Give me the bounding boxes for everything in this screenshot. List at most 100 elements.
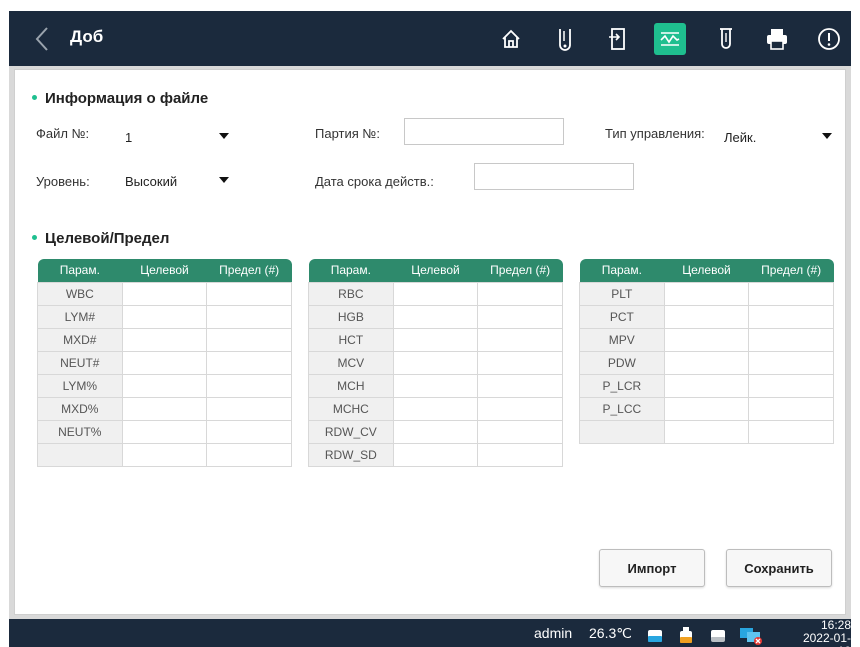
limit-cell[interactable] (206, 442, 292, 467)
limit-cell[interactable] (206, 396, 292, 421)
print-icon[interactable] (762, 24, 792, 54)
level-label: Уровень: (36, 174, 90, 189)
limit-cell[interactable] (206, 350, 292, 375)
target-cell[interactable] (663, 396, 750, 421)
param-table-3: Парам. Целевой Предел (#) PLT PCT MPV PD… (579, 259, 834, 444)
limit-cell[interactable] (477, 304, 563, 329)
target-cell[interactable] (121, 327, 208, 352)
target-cell[interactable] (392, 373, 479, 398)
limit-cell[interactable] (206, 373, 292, 398)
col-header-target: Целевой (664, 259, 749, 282)
col-header-param: Парам. (37, 259, 123, 282)
param-cell (37, 442, 123, 467)
waste-icon[interactable] (710, 627, 726, 646)
limit-cell[interactable] (477, 442, 563, 467)
table-row: MCH (308, 373, 563, 398)
target-cell[interactable] (663, 419, 750, 444)
import-button[interactable]: Импорт (599, 549, 705, 587)
qc-icon[interactable] (654, 23, 686, 55)
target-cell[interactable] (663, 350, 750, 375)
limit-cell[interactable] (477, 396, 563, 421)
network-disconnected-icon[interactable] (739, 627, 763, 647)
table-row: WBC (37, 281, 292, 306)
target-cell[interactable] (121, 350, 208, 375)
table-row: PCT (579, 304, 834, 329)
table-row: HCT (308, 327, 563, 352)
chevron-left-icon[interactable] (31, 25, 55, 53)
param-cell: MCH (308, 373, 394, 398)
level-select[interactable]: Высокий (125, 168, 231, 192)
limit-cell[interactable] (206, 327, 292, 352)
target-cell[interactable] (121, 442, 208, 467)
target-cell[interactable] (121, 304, 208, 329)
param-cell: PDW (579, 350, 665, 375)
limit-cell[interactable] (477, 327, 563, 352)
target-cell[interactable] (121, 281, 208, 306)
table-row: P_LCC (579, 396, 834, 421)
lot-no-input[interactable] (404, 118, 564, 145)
file-no-select[interactable]: 1 (125, 124, 231, 148)
table-row: RBC (308, 281, 563, 306)
limit-cell[interactable] (477, 419, 563, 444)
target-cell[interactable] (392, 350, 479, 375)
table-row: P_LCR (579, 373, 834, 398)
limit-cell[interactable] (748, 304, 834, 329)
tube-icon[interactable] (711, 24, 741, 54)
limit-cell[interactable] (477, 350, 563, 375)
target-cell[interactable] (121, 419, 208, 444)
caret-down-icon (219, 177, 229, 183)
reagent-lyse-icon[interactable] (679, 627, 693, 646)
target-cell[interactable] (121, 396, 208, 421)
limit-cell[interactable] (206, 281, 292, 306)
table-row: LYM% (37, 373, 292, 398)
table-row: NEUT% (37, 419, 292, 444)
param-cell: P_LCR (579, 373, 665, 398)
limit-cell[interactable] (477, 373, 563, 398)
param-cell: RDW_CV (308, 419, 394, 444)
param-cell: HGB (308, 304, 394, 329)
limit-cell[interactable] (748, 281, 834, 306)
target-cell[interactable] (663, 373, 750, 398)
file-no-label: Файл №: (36, 126, 90, 141)
home-icon[interactable] (496, 24, 526, 54)
control-type-value: Лейк. (724, 130, 757, 145)
param-cell: P_LCC (579, 396, 665, 421)
target-cell[interactable] (663, 304, 750, 329)
target-cell[interactable] (392, 327, 479, 352)
test-tube-icon[interactable] (550, 24, 580, 54)
target-cell[interactable] (392, 442, 479, 467)
control-type-select[interactable]: Лейк. (724, 124, 834, 148)
expiry-date-input[interactable] (474, 163, 634, 190)
target-cell[interactable] (392, 396, 479, 421)
param-cell: RDW_SD (308, 442, 394, 467)
limit-cell[interactable] (748, 419, 834, 444)
status-bar: admin 26.3℃ 16:28 2022-01-10 (9, 619, 851, 647)
limit-cell[interactable] (206, 304, 292, 329)
param-cell: LYM# (37, 304, 123, 329)
param-cell: NEUT% (37, 419, 123, 444)
target-cell[interactable] (121, 373, 208, 398)
screen: Доб Информация о файле Файл №: 1 Партия … (9, 11, 851, 647)
datetime: 16:28 2022-01-10 (799, 619, 851, 647)
save-button[interactable]: Сохранить (726, 549, 832, 587)
target-cell[interactable] (663, 281, 750, 306)
col-header-target: Целевой (122, 259, 207, 282)
reagent-diluent-icon[interactable] (647, 627, 663, 646)
limit-cell[interactable] (748, 350, 834, 375)
limit-cell[interactable] (748, 373, 834, 398)
limit-cell[interactable] (748, 327, 834, 352)
target-cell[interactable] (392, 304, 479, 329)
alert-icon[interactable] (814, 24, 844, 54)
target-cell[interactable] (392, 419, 479, 444)
table-row: HGB (308, 304, 563, 329)
limit-cell[interactable] (748, 396, 834, 421)
target-cell[interactable] (392, 281, 479, 306)
target-cell[interactable] (663, 327, 750, 352)
control-type-label: Тип управления: (605, 126, 705, 141)
load-icon[interactable] (603, 24, 633, 54)
param-cell: PLT (579, 281, 665, 306)
table-row: MXD# (37, 327, 292, 352)
limit-cell[interactable] (206, 419, 292, 444)
table-row: LYM# (37, 304, 292, 329)
limit-cell[interactable] (477, 281, 563, 306)
